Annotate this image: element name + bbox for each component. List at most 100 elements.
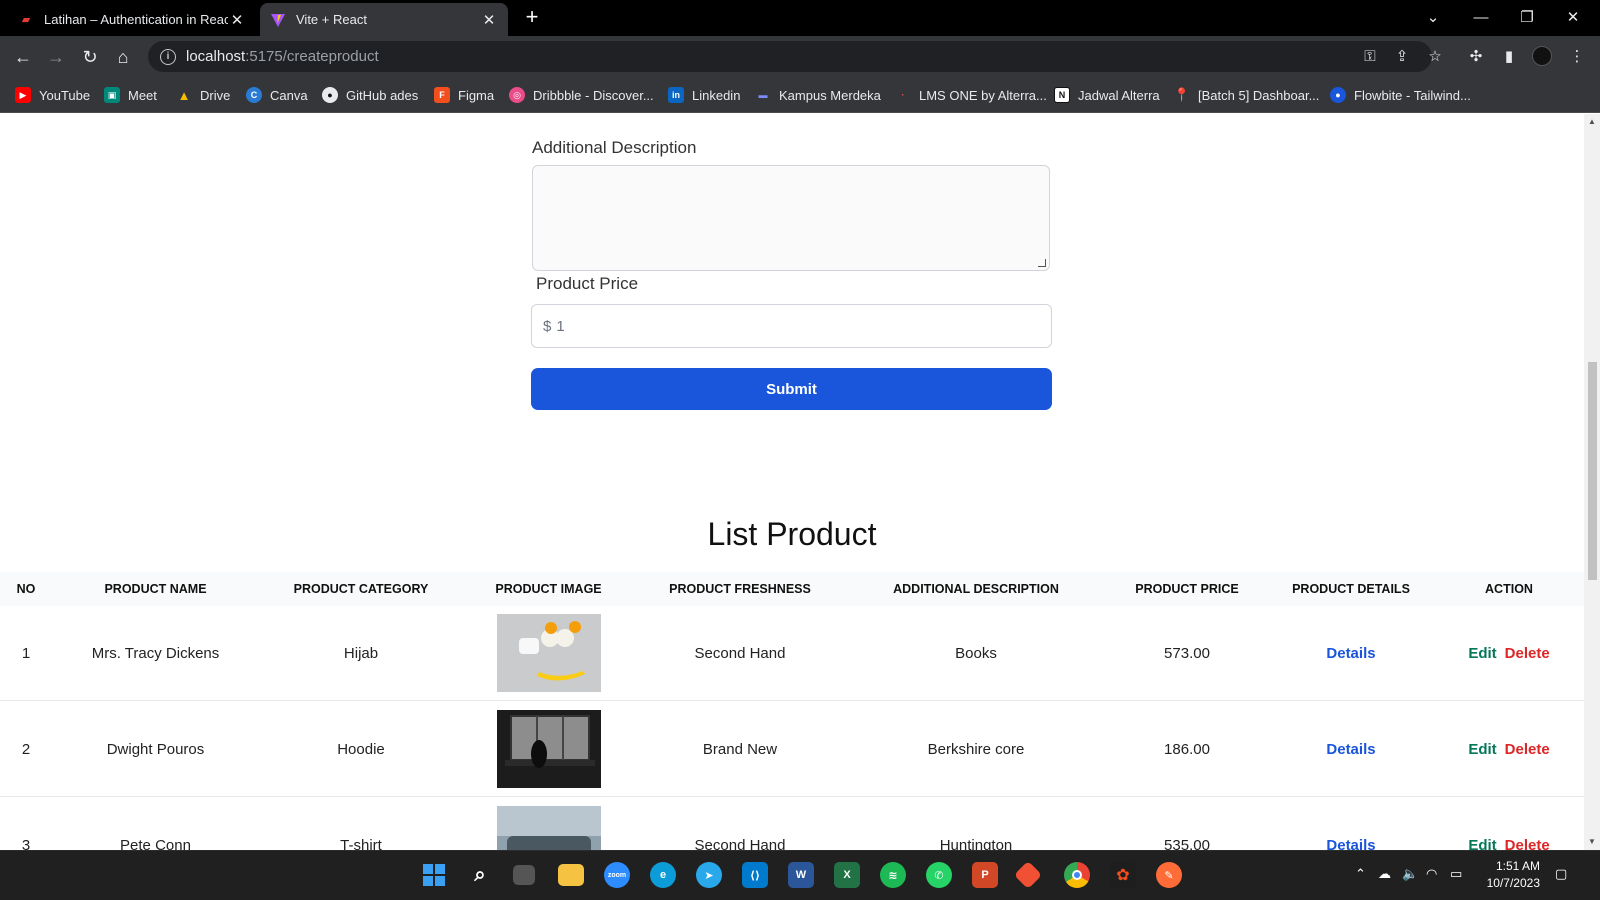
product-image (497, 614, 601, 692)
home-icon[interactable]: ⌂ (110, 44, 136, 70)
scroll-down-icon[interactable]: ▼ (1587, 837, 1597, 846)
price-label: Product Price (536, 274, 639, 293)
bookmark-canva[interactable]: C Canva (246, 85, 308, 105)
password-key-icon[interactable]: ⚿ (1359, 45, 1381, 67)
bookmark-figma[interactable]: F Figma (434, 85, 494, 105)
bookmark-flowbite[interactable]: ● Flowbite - Tailwind... (1330, 85, 1471, 105)
delete-button[interactable]: Delete (1505, 837, 1550, 850)
table-row: 3 Pete Conn T-shirt Second Hand Huntingt… (0, 798, 1584, 850)
tab-vite-react[interactable]: Vite + React ✕ (260, 3, 508, 36)
bookmark-kampus-merdeka[interactable]: ▬ Kampus Merdeka (755, 85, 881, 105)
profile-avatar[interactable] (1531, 45, 1553, 67)
windows-taskbar: ⌕ zoom e ➤ ⟨⟩ W X ≋ ✆ P ✿ ✎ ⌃ ☁ 🔈 ◠ ▭ 1:… (0, 850, 1600, 900)
spotify-icon[interactable]: ≋ (880, 862, 906, 888)
task-view-icon[interactable] (513, 865, 535, 885)
bookmark-meet[interactable]: ▣ Meet (104, 85, 157, 105)
details-link[interactable]: Details (1326, 741, 1375, 758)
url-text: localhost:5175/createproduct (186, 48, 379, 65)
zoom-icon[interactable]: zoom (604, 862, 630, 888)
file-explorer-icon[interactable] (558, 864, 584, 886)
delete-button[interactable]: Delete (1505, 645, 1550, 662)
search-icon[interactable]: ⌕ (467, 862, 493, 888)
word-icon[interactable]: W (788, 862, 814, 888)
powerpoint-icon[interactable]: P (972, 862, 998, 888)
clock-time: 1:51 AM (1495, 859, 1540, 873)
system-clock[interactable]: 1:51 AM 10/7/2023 (1470, 858, 1540, 892)
bookmark-youtube[interactable]: ▶ YouTube (15, 85, 90, 105)
bookmark-drive[interactable]: ▲ Drive (176, 85, 231, 105)
figma-icon[interactable]: ✿ (1110, 862, 1136, 888)
table-row: 2 Dwight Pouros Hoodie Brand New Berkshi… (0, 702, 1584, 797)
bookmarks-bar: ▶ YouTube ▣ Meet ▲ Drive C Canva ● GitHub ade… (0, 77, 1600, 113)
edit-button[interactable]: Edit (1468, 837, 1496, 850)
telegram-icon[interactable]: ➤ (696, 862, 722, 888)
edit-button[interactable]: Edit (1468, 741, 1496, 758)
close-tab-icon[interactable]: ✕ (480, 11, 498, 29)
side-panel-icon[interactable]: ▮ (1498, 45, 1520, 67)
back-icon[interactable]: ← (10, 44, 36, 70)
meet-icon: ▣ (104, 87, 120, 103)
vite-icon (270, 12, 286, 28)
bookmark-jadwal[interactable]: N Jadwal Alterra (1054, 85, 1160, 105)
cell-category: Hoodie (337, 741, 385, 758)
windows-start-icon[interactable] (421, 862, 447, 888)
browser-toolbar: ← → ↻ ⌂ i localhost:5175/createproduct ⚿… (0, 36, 1600, 77)
description-textarea[interactable] (532, 165, 1050, 271)
bookmark-linkedin[interactable]: in Linkedin (668, 85, 740, 105)
battery-icon[interactable]: ▭ (1450, 866, 1462, 882)
edit-button[interactable]: Edit (1468, 645, 1496, 662)
notification-icon[interactable]: ▢ (1555, 866, 1567, 882)
cell-product-name: Mrs. Tracy Dickens (91, 645, 220, 662)
column-header: PRODUCT PRICE (1135, 582, 1239, 596)
tab-search-icon[interactable]: ⌄ (1410, 0, 1456, 34)
cell-description: Berkshire core (927, 741, 1025, 758)
reload-icon[interactable]: ↻ (77, 44, 103, 70)
onedrive-icon[interactable]: ☁ (1378, 866, 1391, 882)
menu-kebab-icon[interactable]: ⋮ (1566, 45, 1588, 67)
minimize-icon[interactable]: — (1458, 0, 1504, 34)
column-header: PRODUCT NAME (104, 582, 207, 596)
excel-icon[interactable]: X (834, 862, 860, 888)
details-link[interactable]: Details (1326, 645, 1375, 662)
close-tab-icon[interactable]: ✕ (228, 11, 246, 29)
bookmark-github[interactable]: ● GitHub ades (322, 85, 418, 105)
scroll-thumb[interactable] (1588, 362, 1597, 580)
chrome-icon[interactable] (1064, 862, 1090, 888)
restore-icon[interactable]: ❐ (1504, 0, 1550, 34)
extensions-icon[interactable]: ✣ (1465, 45, 1487, 67)
volume-icon[interactable]: 🔈 (1402, 866, 1418, 882)
kampus-merdeka-icon: ▬ (758, 90, 768, 100)
table-row: 1 Mrs. Tracy Dickens Hijab Second Hand B… (0, 606, 1584, 701)
new-tab-icon[interactable]: + (520, 6, 544, 30)
notion-icon: N (1054, 87, 1070, 103)
edge-icon[interactable]: e (650, 862, 676, 888)
wifi-icon[interactable]: ◠ (1426, 866, 1437, 882)
whatsapp-icon[interactable]: ✆ (926, 862, 952, 888)
description-label: Additional Description (532, 138, 697, 157)
site-info-icon[interactable]: i (160, 48, 176, 65)
git-icon[interactable] (1013, 860, 1043, 890)
page-scrollbar[interactable]: ▲ ▼ (1584, 114, 1600, 850)
resize-grip-icon[interactable] (1038, 259, 1046, 267)
submit-button[interactable]: Submit (531, 368, 1052, 410)
details-link[interactable]: Details (1326, 837, 1375, 850)
delete-button[interactable]: Delete (1505, 741, 1550, 758)
postman-icon[interactable]: ✎ (1156, 862, 1182, 888)
share-icon[interactable]: ⇪ (1391, 45, 1413, 67)
bookmark-batch5[interactable]: 📍 [Batch 5] Dashboar... (1174, 85, 1320, 105)
cell-no: 2 (21, 741, 31, 758)
forward-icon[interactable]: → (43, 44, 69, 70)
vscode-icon[interactable]: ⟨⟩ (742, 862, 768, 888)
table-header: NO PRODUCT NAME PRODUCT CATEGORY PRODUCT… (0, 572, 1584, 606)
show-hidden-icons-icon[interactable]: ⌃ (1355, 866, 1366, 882)
cell-category: Hijab (343, 645, 379, 662)
bookmark-lms[interactable]: · LMS ONE by Alterra... (895, 85, 1047, 105)
close-window-icon[interactable]: ✕ (1550, 0, 1596, 34)
bookmark-star-icon[interactable]: ☆ (1424, 45, 1446, 67)
price-input[interactable]: $ 1 (531, 304, 1052, 348)
tab-latihan[interactable]: ▰ Latihan – Authentication in Reac ✕ (8, 3, 256, 36)
address-bar[interactable]: i localhost:5175/createproduct (148, 41, 1432, 72)
scroll-up-icon[interactable]: ▲ (1587, 117, 1597, 126)
bookmark-dribbble[interactable]: ◎ Dribbble - Discover... (509, 85, 654, 105)
column-header: PRODUCT CATEGORY (293, 582, 429, 596)
